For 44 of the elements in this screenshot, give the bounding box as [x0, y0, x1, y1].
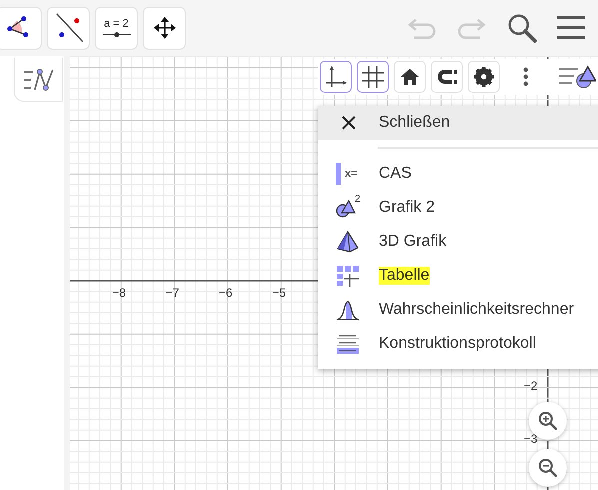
settings-button[interactable] — [468, 61, 500, 93]
algebra-icon — [22, 68, 54, 92]
view-menu-item[interactable]: Grafik 2 — [379, 199, 436, 217]
slider-icon — [102, 32, 130, 38]
bell-curve-icon — [336, 299, 360, 321]
view-menu-item[interactable]: Tabelle — [379, 267, 430, 285]
view-menu-item[interactable]: Konstruktionsprotokoll — [379, 335, 536, 353]
zoom-out-button[interactable] — [529, 449, 567, 487]
more-options-icon[interactable] — [523, 67, 529, 87]
axes-toggle-button[interactable] — [320, 61, 352, 93]
line-tool-button[interactable] — [47, 6, 90, 50]
search-icon[interactable] — [506, 12, 538, 44]
axis-label: −5 — [272, 286, 286, 300]
magnet-icon — [436, 68, 458, 86]
axis-label: −3 — [524, 432, 538, 446]
axis-label: −6 — [219, 286, 233, 300]
zoom-in-icon — [538, 411, 558, 431]
view-menu-icon[interactable] — [558, 63, 596, 91]
angle-tool-button[interactable] — [0, 6, 42, 50]
home-icon — [400, 68, 420, 86]
move-tool-button[interactable] — [143, 6, 186, 50]
menu-icon[interactable] — [556, 15, 586, 41]
view-menu-item[interactable]: 3D Grafik — [379, 233, 447, 251]
line-point-icon — [54, 13, 84, 43]
home-button[interactable] — [394, 61, 426, 93]
zoom-out-icon — [538, 458, 558, 478]
view-menu-item[interactable]: CAS — [379, 165, 412, 183]
view-menu-item[interactable]: Wahrscheinlichkeitsrechner — [379, 301, 574, 319]
protocol-icon — [336, 333, 360, 355]
grid-icon — [361, 65, 385, 89]
close-icon — [341, 115, 357, 131]
grid-toggle-button[interactable] — [357, 61, 389, 93]
settings-icon — [474, 67, 494, 87]
axis-label: −2 — [524, 378, 538, 393]
move-icon — [152, 16, 176, 40]
axis-label: −7 — [166, 286, 180, 300]
spreadsheet-icon — [336, 265, 360, 287]
algebra-toggle-button[interactable] — [14, 58, 63, 102]
slider-tool-button[interactable]: a = 2 — [95, 6, 138, 50]
close-menu-item[interactable]: Schließen — [318, 106, 598, 140]
point-capturing-button[interactable] — [431, 61, 463, 93]
pyramid-icon — [336, 231, 360, 253]
axis-label: −8 — [112, 286, 126, 300]
axes-icon — [324, 65, 348, 89]
